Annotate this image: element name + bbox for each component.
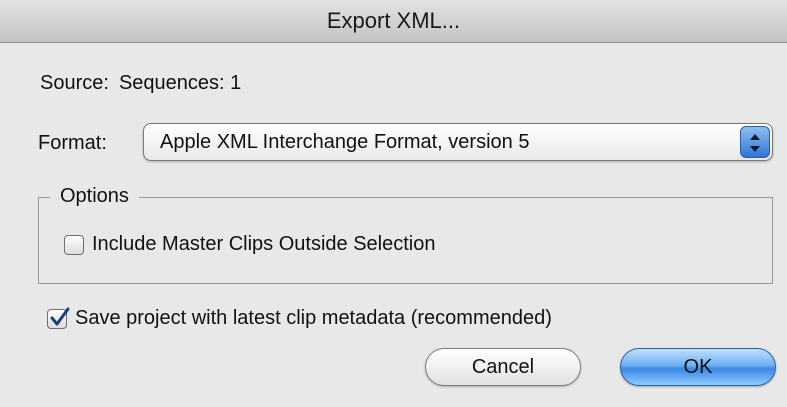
checkmark-icon	[50, 307, 70, 326]
export-xml-dialog: Export XML... Source: Sequences: 1 Format…	[0, 0, 787, 407]
dialog-title: Export XML...	[326, 8, 461, 33]
format-select-value: Apple XML Interchange Format, version 5	[160, 131, 530, 153]
source-value: Sequences: 1	[118, 72, 242, 94]
include-master-clips-checkbox[interactable]	[64, 235, 84, 255]
ok-button[interactable]: OK	[620, 348, 776, 386]
save-project-label[interactable]: Save project with latest clip metadata (…	[75, 307, 552, 330]
source-row: Source: Sequences: 1	[40, 72, 241, 95]
source-label: Source:	[40, 72, 109, 94]
title-bar[interactable]: Export XML...	[0, 0, 787, 43]
save-project-checkbox[interactable]	[47, 307, 70, 329]
select-arrows-icon	[740, 126, 770, 158]
format-label: Format:	[38, 132, 107, 154]
options-legend: Options	[50, 185, 139, 208]
cancel-button[interactable]: Cancel	[425, 348, 581, 386]
include-master-clips-label[interactable]: Include Master Clips Outside Selection	[92, 233, 436, 256]
format-select[interactable]: Apple XML Interchange Format, version 5	[143, 123, 773, 161]
